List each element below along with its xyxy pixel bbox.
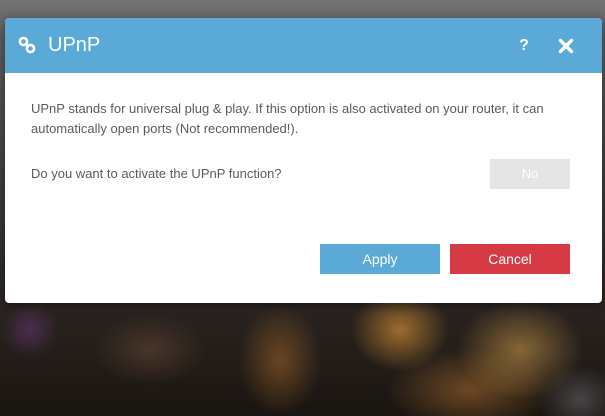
close-icon[interactable] <box>558 38 574 54</box>
upnp-dialog: UPnP ? UPnP stands for universal plug & … <box>5 18 602 303</box>
upnp-description: UPnP stands for universal plug & play. I… <box>31 101 544 136</box>
upnp-question-label: Do you want to activate the UPnP functio… <box>31 166 282 181</box>
help-icon[interactable]: ? <box>517 35 531 57</box>
dialog-title: UPnP <box>48 34 101 56</box>
cancel-button[interactable]: Cancel <box>450 244 570 274</box>
apply-button[interactable]: Apply <box>320 244 440 274</box>
dialog-titlebar: UPnP ? <box>5 18 602 73</box>
link-icon <box>18 36 36 54</box>
upnp-toggle[interactable]: No <box>490 159 570 189</box>
